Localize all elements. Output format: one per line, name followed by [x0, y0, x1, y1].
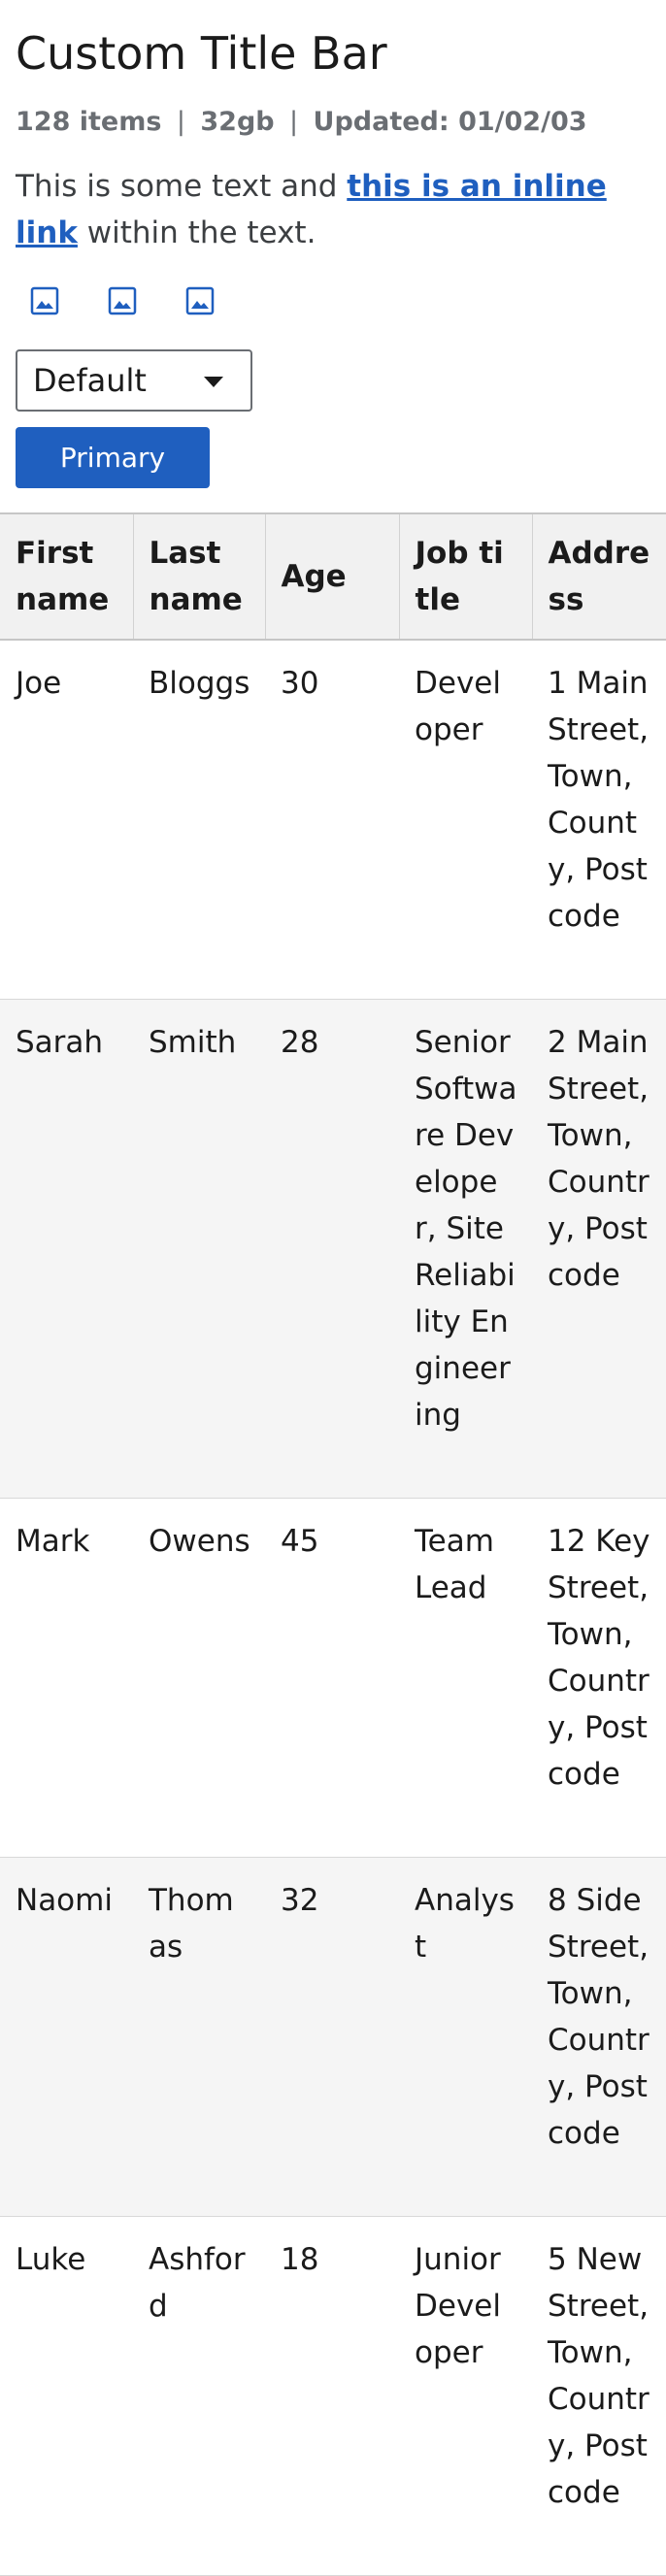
column-header-last-name: Last name	[133, 512, 266, 641]
cell-job-title: Developer	[399, 640, 532, 1000]
caret-down-icon	[204, 377, 223, 387]
table-row: Mark Owens 45 Team Lead 12 Key Street, T…	[0, 1498, 666, 1858]
cell-last-name: Bloggs	[133, 640, 265, 1000]
cell-first-name: Mark	[0, 1498, 133, 1858]
cell-last-name: Smith	[133, 999, 265, 1499]
meta-separator: |	[176, 107, 185, 137]
cell-job-title: Senior Software Developer, Site Reliabil…	[399, 999, 532, 1499]
cell-job-title: Analyst	[399, 1857, 532, 2217]
table-row: Luke Ashford 18 Junior Developer 5 New S…	[0, 2216, 666, 2576]
cell-first-name: Joe	[0, 640, 133, 1000]
column-header-age: Age	[265, 512, 400, 641]
cell-job-title: Junior Developer	[399, 2216, 532, 2576]
cell-address: 1 Main Street, Town, County, Postcode	[532, 640, 666, 1000]
body-text-before: This is some text and	[16, 169, 348, 204]
data-table: First name Last name Age Job title Addre…	[0, 512, 666, 2576]
table-row: Sarah Smith 28 Senior Software Developer…	[0, 999, 666, 1499]
page-title: Custom Title Bar	[16, 27, 387, 80]
cell-last-name: Owens	[133, 1498, 265, 1858]
column-header-first-name: First name	[0, 512, 134, 641]
meta-separator: |	[289, 107, 299, 137]
cell-last-name: Ashford	[133, 2216, 265, 2576]
cell-age: 18	[265, 2216, 399, 2576]
table-header-row: First name Last name Age Job title Addre…	[0, 512, 666, 641]
updated-date: Updated: 01/02/03	[313, 107, 587, 137]
column-header-address: Address	[532, 512, 666, 641]
default-select[interactable]: Default	[16, 349, 252, 412]
cell-first-name: Naomi	[0, 1857, 133, 2217]
cell-address: 8 Side Street, Town, Country, Postcode	[532, 1857, 666, 2217]
body-text: This is some text and this is an inline …	[16, 163, 656, 256]
storage-size: 32gb	[200, 107, 275, 137]
cell-first-name: Sarah	[0, 999, 133, 1499]
primary-button[interactable]: Primary	[16, 427, 210, 488]
image-icon[interactable]	[184, 285, 216, 316]
image-icon[interactable]	[29, 285, 60, 316]
cell-address: 5 New Street, Town, Country, Postcode	[532, 2216, 666, 2576]
select-value: Default	[33, 362, 147, 399]
meta-info: 128 items | 32gb | Updated: 01/02/03	[16, 107, 587, 137]
cell-job-title: Team Lead	[399, 1498, 532, 1858]
column-header-job-title: Job title	[399, 512, 533, 641]
cell-age: 30	[265, 640, 399, 1000]
table-row: Joe Bloggs 30 Developer 1 Main Street, T…	[0, 640, 666, 1000]
item-count: 128 items	[16, 107, 162, 137]
cell-address: 12 Key Street, Town, Country, Postcode	[532, 1498, 666, 1858]
body-text-after: within the text.	[77, 215, 316, 250]
image-icon[interactable]	[107, 285, 138, 316]
cell-first-name: Luke	[0, 2216, 133, 2576]
cell-age: 28	[265, 999, 399, 1499]
cell-last-name: Thomas	[133, 1857, 265, 2217]
table-row: Naomi Thomas 32 Analyst 8 Side Street, T…	[0, 1857, 666, 2217]
icon-button-group	[29, 285, 262, 316]
cell-age: 45	[265, 1498, 399, 1858]
cell-address: 2 Main Street, Town, Country, Postcode	[532, 999, 666, 1499]
cell-age: 32	[265, 1857, 399, 2217]
